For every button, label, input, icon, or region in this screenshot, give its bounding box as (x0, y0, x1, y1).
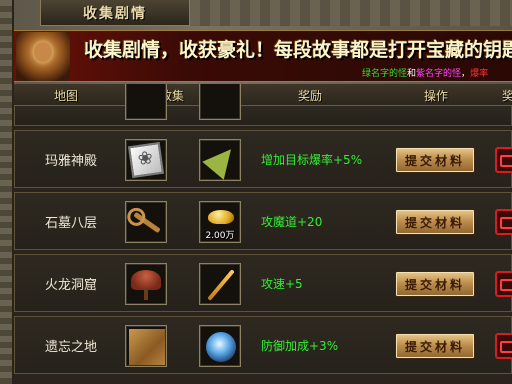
reward-text: 增加目标爆率+5% (261, 153, 363, 167)
banner-headline: 收集剧情，收获豪礼！每段故事都是打开宝藏的钥匙 (84, 39, 512, 61)
banner-subtext: 绿名字的怪和紫名字的怪，爆率 (362, 66, 488, 79)
banner-sub-green: 绿名字的怪 (362, 69, 408, 79)
table-row: 火龙洞窟 攻速+5 提交材料 (14, 254, 512, 312)
gift-icon[interactable] (495, 333, 512, 359)
map-name: 火龙洞窟 (45, 278, 98, 293)
title-tab: 收集剧情 (40, 0, 190, 26)
item-slot[interactable] (125, 139, 167, 181)
banner-sub-and: 和 (407, 69, 417, 79)
gift-icon[interactable] (495, 147, 512, 173)
table-row: 玛雅神殿 增加目标爆率+5% 提交材料 (14, 130, 512, 188)
header-map: 地图 (54, 89, 79, 103)
golden-stick-icon (207, 269, 235, 301)
collection-table: 地图 收集 奖励 操作 奖 玛雅神殿 增加目标爆率+5% 提交材料 石墓八层 2… (14, 84, 512, 384)
submit-materials-button[interactable]: 提交材料 (395, 147, 475, 173)
bronze-key-icon (133, 211, 161, 234)
lingzhi-mushroom-icon (131, 270, 161, 300)
map-name: 遗忘之地 (45, 340, 98, 355)
header-extra: 奖 (502, 89, 512, 103)
submit-materials-button[interactable]: 提交材料 (395, 333, 475, 359)
banner-sub-red: 爆率 (470, 69, 489, 79)
map-name: 石墓八层 (45, 216, 98, 231)
item-slot[interactable] (199, 84, 241, 120)
frame-left-border (0, 0, 14, 384)
item-slot[interactable] (125, 263, 167, 305)
banner-sub-comma: ， (461, 69, 471, 79)
green-dart-icon (202, 140, 242, 180)
header-reward: 奖励 (298, 89, 323, 103)
mahjong-tile-icon (127, 141, 165, 179)
map-name: 玛雅神殿 (45, 154, 98, 169)
item-slot[interactable] (199, 139, 242, 181)
reward-text: 防御加成+3% (261, 339, 339, 353)
warrior-portrait-icon (16, 32, 70, 81)
item-slot[interactable] (125, 201, 167, 243)
submit-materials-button[interactable]: 提交材料 (395, 271, 475, 297)
gift-icon[interactable] (495, 271, 512, 297)
window-title: 收集剧情 (83, 5, 147, 22)
banner: 收集剧情，收获豪礼！每段故事都是打开宝藏的钥匙 绿名字的怪和紫名字的怪，爆率 (14, 30, 512, 82)
item-slot[interactable] (125, 84, 167, 120)
table-row: 遗忘之地 防御加成+3% 提交材料 (14, 316, 512, 374)
old-scroll-icon (129, 329, 165, 365)
title-bar-decoration (190, 0, 512, 26)
table-header: 地图 收集 奖励 操作 奖 (14, 84, 512, 106)
reward-text: 攻魔道+20 (261, 215, 323, 229)
item-count: 2.00万 (205, 231, 235, 241)
item-slot[interactable] (199, 325, 241, 367)
item-slot[interactable] (125, 325, 167, 367)
item-slot[interactable]: 2.00万 (199, 201, 241, 243)
gift-icon[interactable] (495, 209, 512, 235)
banner-sub-pink: 紫名字的怪 (416, 69, 462, 79)
reward-text: 攻速+5 (261, 277, 303, 291)
blue-orb-icon (206, 332, 236, 362)
item-slot[interactable] (199, 263, 241, 305)
submit-materials-button[interactable]: 提交材料 (395, 209, 475, 235)
gold-ingot-icon (208, 210, 234, 224)
header-action: 操作 (424, 89, 449, 103)
table-row-partial (14, 84, 512, 126)
table-row: 石墓八层 2.00万 攻魔道+20 提交材料 (14, 192, 512, 250)
